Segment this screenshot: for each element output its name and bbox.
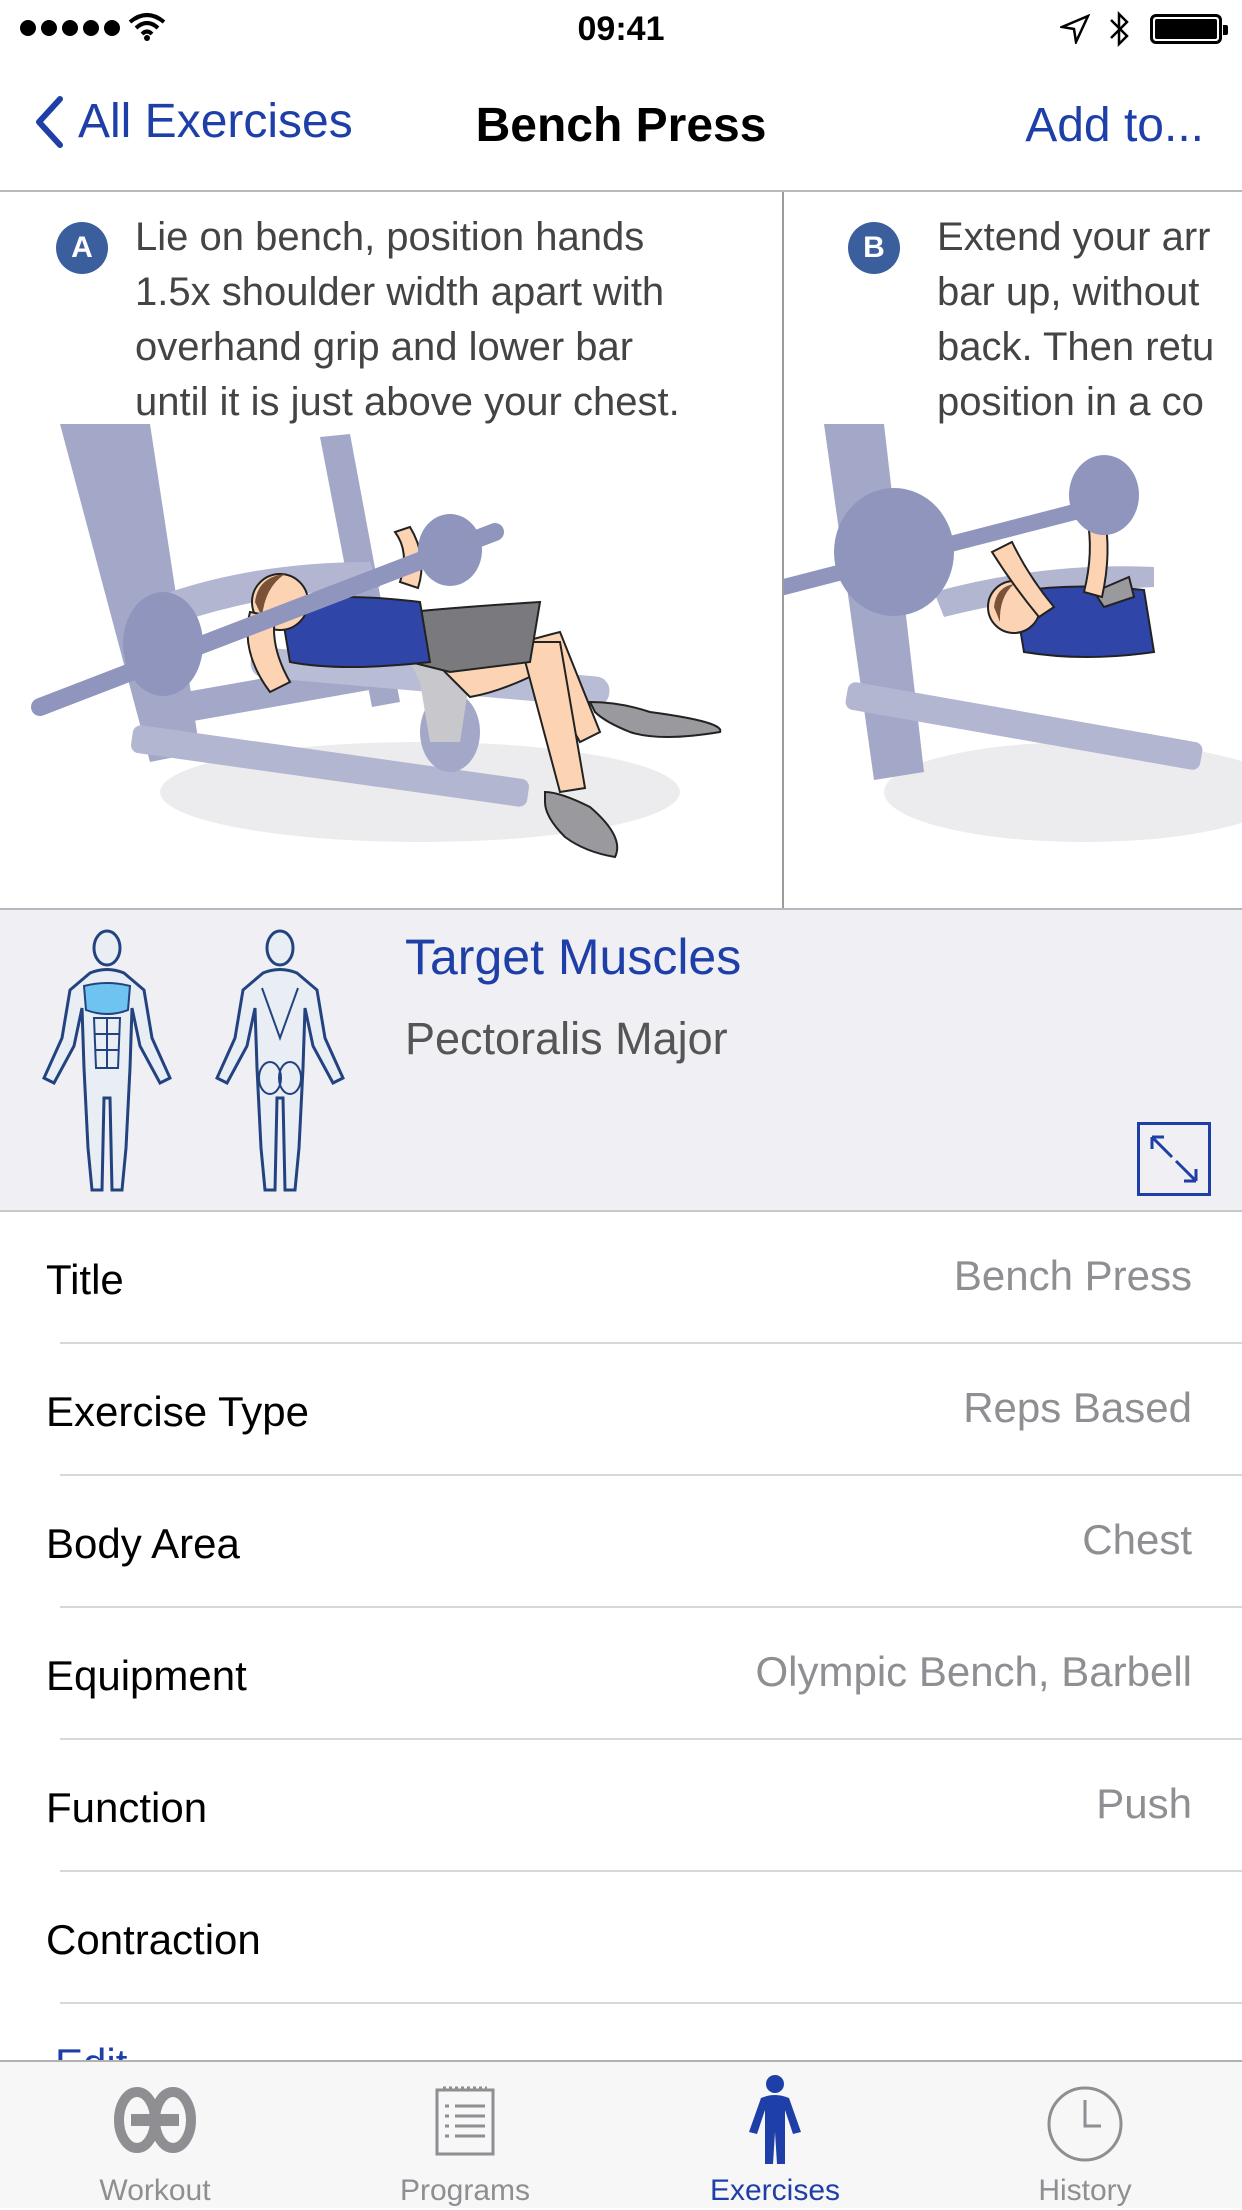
step-panel-a: A Lie on bench, position hands 1.5x shou… <box>0 192 782 908</box>
tab-label: Exercises <box>709 2174 841 2207</box>
detail-label: Function <box>46 1784 208 1831</box>
step-text-line: back. Then retu <box>937 325 1215 369</box>
expand-button[interactable] <box>1137 1122 1211 1196</box>
location-arrow-icon <box>1060 14 1090 44</box>
exercise-details-list: Title Bench Press Exercise Type Reps Bas… <box>0 1212 1242 2004</box>
tab-workout[interactable]: Workout <box>0 2062 310 2210</box>
detail-value: Push <box>1096 1780 1192 1827</box>
expand-arrows-icon <box>1150 1135 1198 1183</box>
detail-value: Reps Based <box>963 1384 1192 1431</box>
bench-press-extended-illustration <box>784 424 1242 842</box>
detail-label: Body Area <box>46 1520 240 1567</box>
battery-icon <box>1150 14 1228 44</box>
tab-bar: Workout Programs Exercises History <box>0 2060 1242 2208</box>
target-muscles-section: Target Muscles Pectoralis Major <box>0 910 1242 1212</box>
programs-icon <box>435 2086 495 2156</box>
step-text-line: 1.5x shoulder width apart with <box>135 270 665 314</box>
tab-label: Programs <box>399 2174 531 2207</box>
detail-value: Bench Press <box>953 1252 1192 1299</box>
row-separator <box>60 2002 1242 2004</box>
step-text-a: Lie on bench, position hands 1.5x should… <box>135 210 775 430</box>
target-muscles-value: Pectoralis Major <box>405 1013 728 1064</box>
workout-icon <box>114 2087 196 2153</box>
muscle-map-icon <box>42 929 345 1192</box>
detail-row-contraction[interactable]: Contraction <box>0 1872 1242 2004</box>
detail-row-function[interactable]: Function Push <box>0 1740 1242 1872</box>
step-text-line: overhand grip and lower bar <box>135 325 634 369</box>
step-text-line: Lie on bench, position hands <box>135 215 645 259</box>
detail-label: Title <box>46 1256 124 1303</box>
tab-exercises[interactable]: Exercises <box>620 2062 930 2210</box>
detail-value: Olympic Bench, Barbell <box>755 1648 1192 1695</box>
detail-label: Equipment <box>46 1652 247 1699</box>
tab-label: History <box>1038 2174 1132 2207</box>
bench-press-lowered-illustration <box>31 424 722 859</box>
bluetooth-icon <box>1110 10 1129 48</box>
detail-row-exercise-type[interactable]: Exercise Type Reps Based <box>0 1344 1242 1476</box>
target-muscles-title: Target Muscles <box>405 929 742 985</box>
detail-row-title[interactable]: Title Bench Press <box>0 1212 1242 1344</box>
detail-label: Contraction <box>46 1916 261 1963</box>
edit-button[interactable]: Edit <box>55 2040 127 2062</box>
status-bar: 09:41 <box>0 0 1242 60</box>
step-badge-b: B <box>848 222 900 274</box>
tab-history[interactable]: History <box>930 2062 1240 2210</box>
step-badge-a: A <box>56 222 108 274</box>
navigation-bar: All Exercises Bench Press Add to... <box>0 60 1242 192</box>
add-to-button[interactable]: Add to... <box>1025 98 1204 153</box>
detail-value: Chest <box>1082 1516 1192 1563</box>
step-text-line: bar up, without <box>937 270 1200 314</box>
exercises-icon <box>749 2075 801 2164</box>
step-text-b: Extend your arr bar up, without back. Th… <box>937 210 1242 430</box>
step-panel-b: B Extend your arr bar up, without back. … <box>784 192 1242 908</box>
step-text-line: Extend your arr <box>937 215 1211 259</box>
tab-label: Workout <box>99 2174 211 2207</box>
history-icon <box>1047 2086 1123 2162</box>
tab-programs[interactable]: Programs <box>310 2062 620 2210</box>
status-time: 09:41 <box>577 10 665 48</box>
detail-label: Exercise Type <box>46 1388 310 1435</box>
detail-row-body-area[interactable]: Body Area Chest <box>0 1476 1242 1608</box>
instruction-carousel[interactable]: A Lie on bench, position hands 1.5x shou… <box>0 192 1242 910</box>
detail-row-equipment[interactable]: Equipment Olympic Bench, Barbell <box>0 1608 1242 1740</box>
